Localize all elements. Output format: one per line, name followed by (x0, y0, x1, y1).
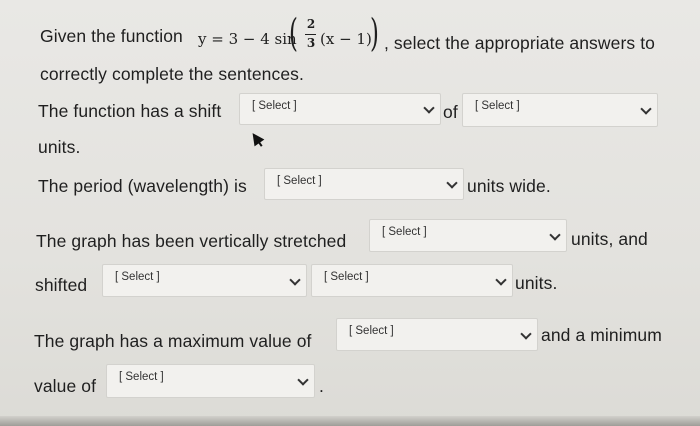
period-select[interactable]: [ Select ] (264, 168, 464, 200)
shift-prefix: The function has a shift (38, 101, 222, 121)
stretch-suffix: units, and (571, 229, 648, 249)
period-value: [ Select ] (277, 175, 322, 187)
chevron-down-icon (640, 103, 652, 115)
period-suffix: units wide. (467, 176, 551, 196)
quiz-panel: Given the function y = 3 − 4 sin ( 2 3 (… (0, 0, 700, 426)
vshift-direction-select[interactable]: [ Select ] (102, 264, 307, 297)
mouse-pointer-icon (247, 129, 265, 147)
minimum-select[interactable]: [ Select ] (106, 364, 315, 398)
stretch-value: [ Select ] (382, 226, 427, 238)
period-prefix: The period (wavelength) is (38, 176, 247, 196)
shift-amount-select[interactable]: [ Select ] (462, 93, 658, 127)
chevron-down-icon (520, 327, 532, 340)
shift-units: units. (38, 137, 81, 157)
max-prefix: The graph has a maximum value of (34, 331, 312, 351)
min-prefix: value of (34, 376, 97, 396)
vshift-direction-value: [ Select ] (115, 271, 160, 283)
min-suffix: . (319, 376, 324, 396)
fraction-denominator: 3 (306, 36, 316, 50)
close-paren: ) (369, 11, 379, 55)
screen-bottom-edge (0, 416, 700, 426)
fraction-numerator: 2 (306, 17, 316, 31)
shift-direction-select[interactable]: [ Select ] (239, 93, 441, 125)
chevron-down-icon (495, 273, 507, 286)
intro-prefix: Given the function (40, 26, 183, 46)
vshift-amount-select[interactable]: [ Select ] (311, 264, 513, 297)
shift-direction-value: [ Select ] (252, 100, 297, 112)
vshift-amount-value: [ Select ] (324, 271, 369, 283)
chevron-down-icon (446, 177, 458, 189)
chevron-down-icon (289, 273, 301, 286)
shift-amount-value: [ Select ] (475, 100, 520, 112)
max-suffix: and a minimum (541, 325, 662, 345)
open-paren: ( (288, 11, 298, 55)
formula-lhs: y = 3 − 4 sin (198, 30, 297, 48)
chevron-down-icon (423, 102, 435, 114)
minimum-value: [ Select ] (119, 371, 164, 383)
chevron-down-icon (297, 374, 309, 386)
shifted-label: shifted (35, 275, 88, 295)
chevron-down-icon (549, 228, 561, 241)
maximum-value: [ Select ] (349, 325, 394, 337)
intro-suffix: , select the appropriate answers to (384, 33, 656, 53)
maximum-select[interactable]: [ Select ] (336, 318, 538, 351)
stretch-select[interactable]: [ Select ] (369, 219, 567, 252)
intro-line-2: correctly complete the sentences. (40, 64, 304, 84)
shifted-suffix: units. (515, 273, 558, 293)
stretch-prefix: The graph has been vertically stretched (36, 231, 347, 251)
formula-argument: (x − 1) (320, 30, 372, 48)
fraction-bar (305, 34, 316, 35)
shift-of: of (443, 102, 458, 122)
